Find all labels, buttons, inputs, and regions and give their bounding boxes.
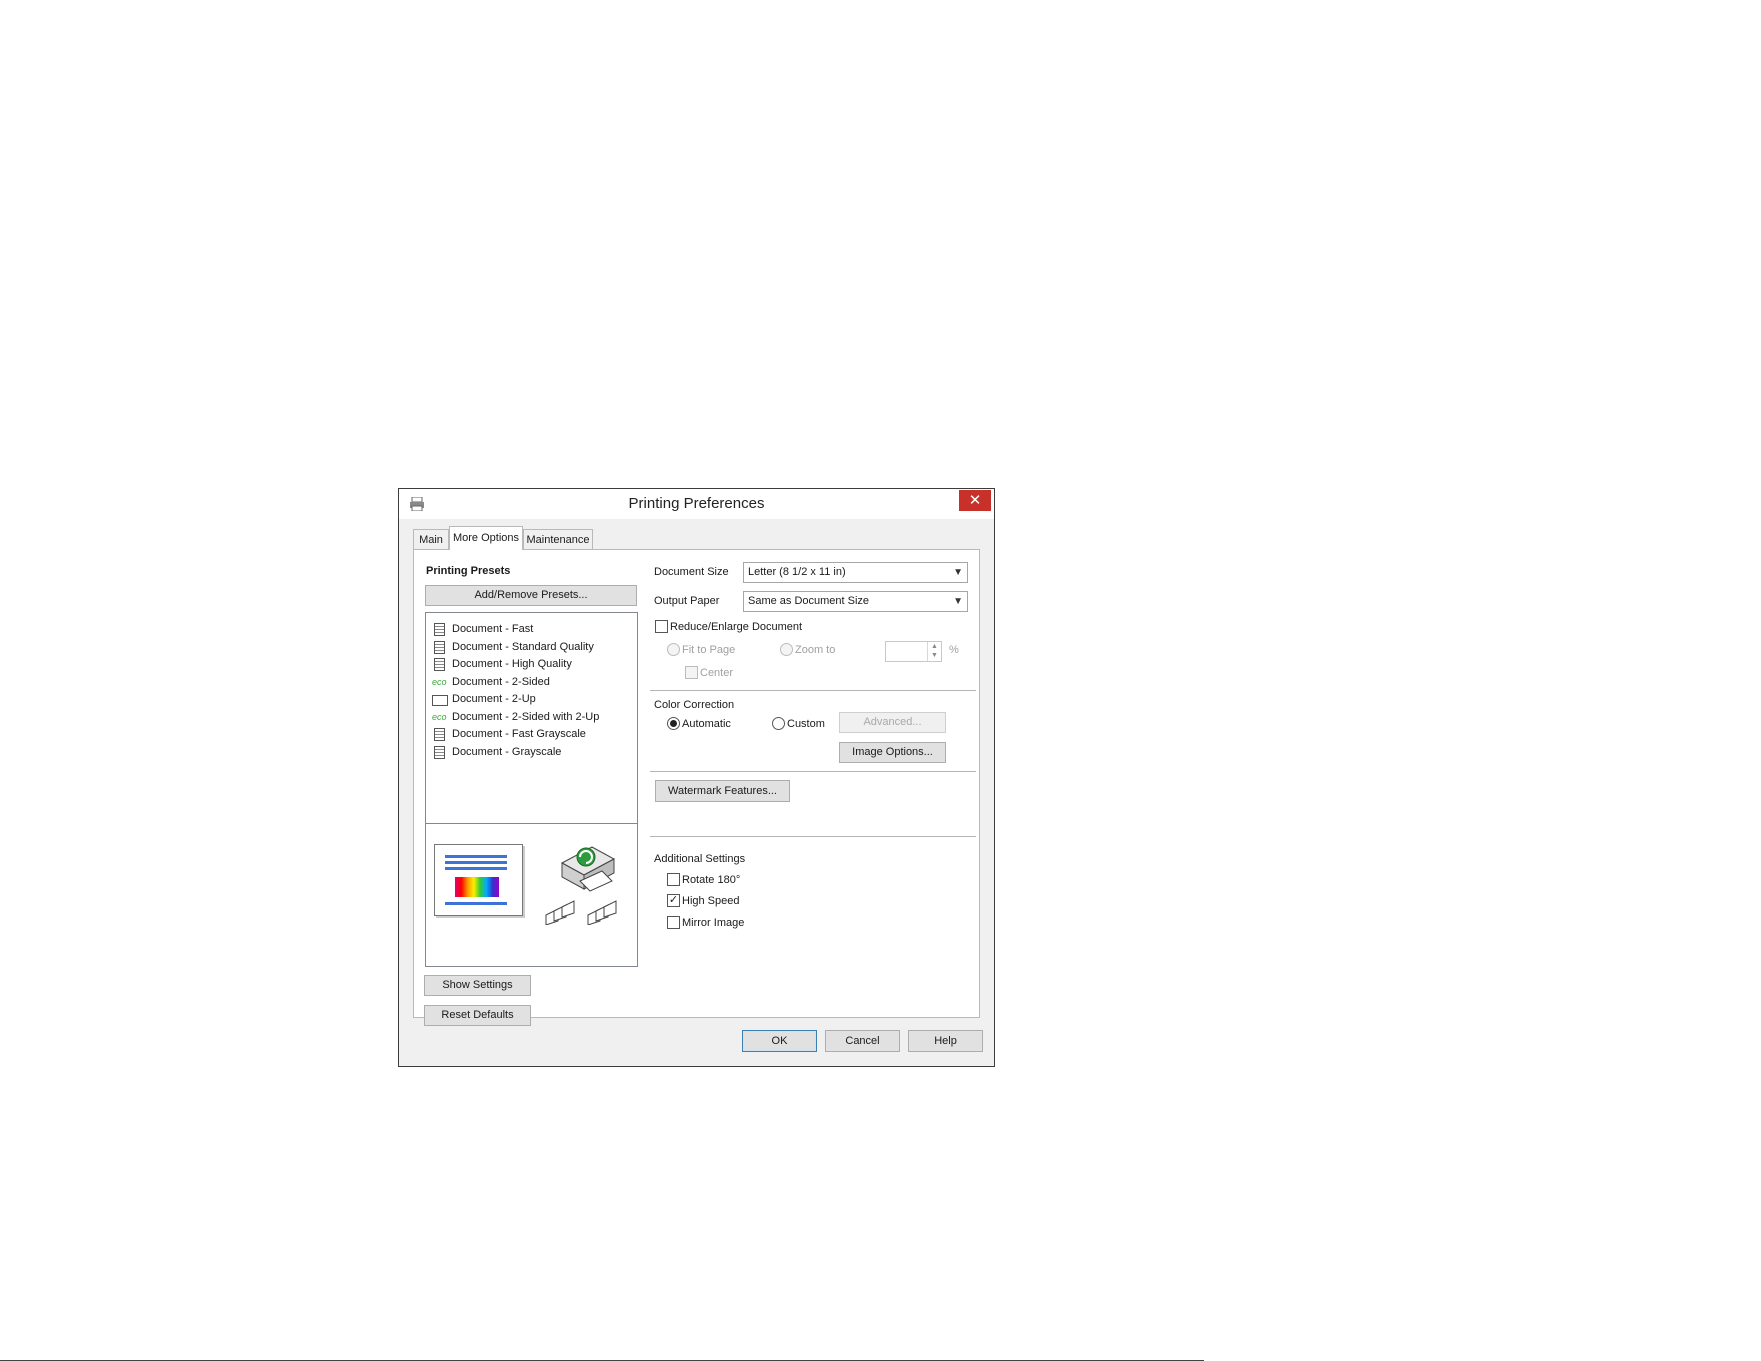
preset-label: Document - 2-Up [452,693,536,705]
reset-defaults-button[interactable]: Reset Defaults [424,1005,531,1026]
list-item[interactable]: Document - Fast Grayscale [430,726,630,743]
button-label: Cancel [845,1035,880,1047]
list-item[interactable]: Document - Standard Quality [430,639,630,656]
button-label: Advanced... [863,716,922,728]
mirror-image-checkbox[interactable] [667,916,680,929]
preset-label: Document - Grayscale [452,745,562,758]
list-item[interactable]: Document - 2-Up [430,691,630,708]
eco-icon: eco [432,711,447,722]
preset-label: Document - Standard Quality [452,640,594,653]
color-correction-heading: Color Correction [654,699,735,711]
check-icon: ✓ [668,894,679,906]
chevron-down-icon: ▼ [953,596,963,607]
printer-rotate-icon [560,846,616,892]
high-speed-label: High Speed [682,895,740,907]
rotate-180-checkbox[interactable] [667,873,680,886]
additional-settings-heading: Additional Settings [654,853,746,865]
center-checkbox[interactable] [685,666,698,679]
tab-main[interactable]: Main [413,529,449,549]
reduce-enlarge-checkbox[interactable] [655,620,668,633]
add-remove-presets-button[interactable]: Add/Remove Presets... [425,585,637,606]
zoom-to-radio[interactable] [780,643,793,656]
list-item[interactable]: Document - Fast [430,621,630,638]
preset-label: Document - Fast Grayscale [452,728,586,740]
fit-to-page-label: Fit to Page [682,644,736,656]
list-item[interactable]: eco Document - 2-Sided [430,674,630,691]
button-label: Show Settings [442,979,513,991]
select-value: Letter (8 1/2 x 11 in) [748,566,846,578]
watermark-features-button[interactable]: Watermark Features... [655,780,790,802]
title-bar[interactable]: Printing Preferences ✕ [399,489,994,519]
section-divider [650,836,976,837]
preset-label: Document - 2-Sided with 2-Up [452,710,600,723]
advanced-button[interactable]: Advanced... [839,712,946,733]
automatic-radio[interactable] [667,717,680,730]
document-icon [434,745,445,759]
automatic-label: Automatic [682,718,731,730]
tab-label: Maintenance [526,534,590,546]
close-icon: ✕ [968,492,982,509]
page-preview [434,844,523,916]
document-size-select[interactable]: Letter (8 1/2 x 11 in) ▼ [743,562,968,583]
show-settings-button[interactable]: Show Settings [424,975,531,996]
spin-arrows-icon[interactable]: ▲ ▼ [927,642,941,661]
list-divider [426,823,637,824]
reduce-enlarge-label: Reduce/Enlarge Document [670,621,803,633]
list-item[interactable]: eco Document - 2-Sided with 2-Up [430,709,630,726]
zoom-to-label: Zoom to [795,644,836,656]
list-item[interactable]: Document - Grayscale [430,744,630,761]
ok-button[interactable]: OK [742,1030,817,1052]
custom-label: Custom [787,718,825,730]
zoom-stepper[interactable]: ▲ ▼ [885,641,942,662]
high-speed-checkbox[interactable]: ✓ [667,894,680,907]
section-divider [650,690,976,691]
section-divider [650,771,976,772]
mirror-image-label: Mirror Image [682,917,745,929]
color-bars [455,877,499,897]
button-label: Add/Remove Presets... [474,589,588,601]
custom-radio[interactable] [772,717,785,730]
fit-to-page-radio[interactable] [667,643,680,656]
document-icon [434,623,445,636]
eco-icon: eco [432,676,447,687]
rotate-180-label: Rotate 180° [682,874,741,886]
button-label: Reset Defaults [441,1009,514,1021]
output-paper-select[interactable]: Same as Document Size ▼ [743,591,968,612]
list-item[interactable]: Document - High Quality [430,656,630,673]
presets-list[interactable]: Document - Fast Document - Standard Quali… [425,612,638,967]
window-title: Printing Preferences [628,495,765,512]
document-icon [434,658,445,671]
tab-more-options[interactable]: More Options [449,526,523,550]
tab-maintenance[interactable]: Maintenance [523,529,593,549]
more-options-panel: Printing Presets Add/Remove Presets... D… [413,549,980,1026]
document-icon [434,728,445,741]
center-label: Center [700,667,734,679]
button-label: Watermark Features... [667,785,777,797]
printing-preferences-window: Printing Preferences ✕ Main More Options… [398,488,995,1067]
document-icon [434,640,445,654]
stacked-pages-icon [545,900,575,925]
percent-label: % [949,644,959,656]
help-button[interactable]: Help [908,1030,983,1052]
document-size-label: Document Size [654,566,729,578]
button-label: Help [934,1035,957,1047]
chevron-down-icon: ▼ [953,567,963,578]
cancel-button[interactable]: Cancel [825,1030,900,1052]
preset-label: Document - 2-Sided [452,675,550,688]
preset-label: Document - High Quality [452,658,572,670]
select-value: Same as Document Size [748,595,870,607]
button-label: OK [771,1035,788,1047]
stacked-pages-icon [587,900,617,925]
tab-label: More Options [452,532,520,544]
preset-label: Document - Fast [452,623,534,635]
printing-presets-heading: Printing Presets [426,565,511,577]
button-label: Image Options... [852,746,933,758]
image-options-button[interactable]: Image Options... [839,742,946,763]
close-button[interactable]: ✕ [959,490,991,511]
tab-label: Main [419,534,443,546]
two-up-icon [432,695,448,706]
output-paper-label: Output Paper [654,595,720,607]
